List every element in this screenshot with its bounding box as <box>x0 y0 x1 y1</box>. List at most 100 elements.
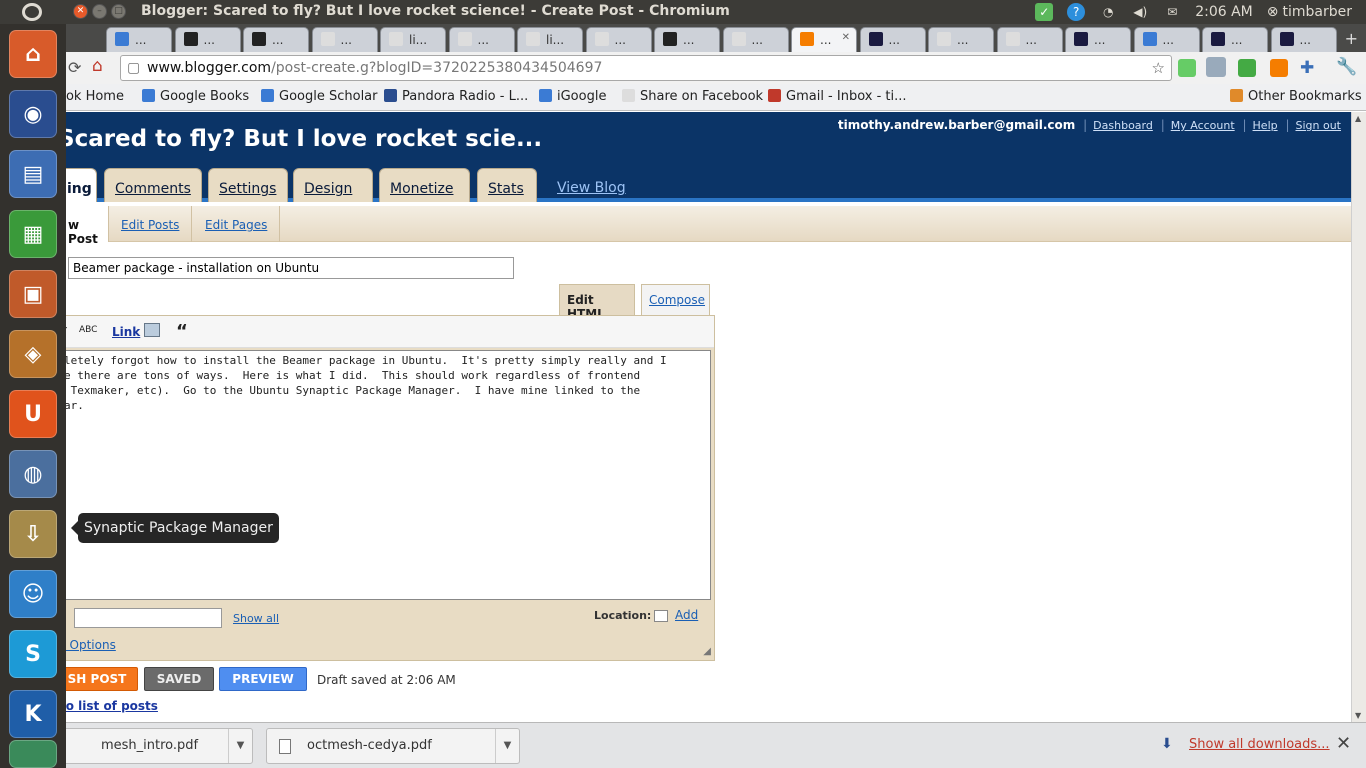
browser-tab[interactable]: li... <box>380 27 446 52</box>
browser-tab[interactable]: ... ✕ <box>791 27 857 52</box>
browser-tab[interactable]: ... <box>722 27 789 52</box>
extension-icon[interactable] <box>1238 59 1256 77</box>
extension-icon[interactable] <box>1178 59 1196 77</box>
browser-tab[interactable]: ... <box>448 27 515 52</box>
impress-icon[interactable]: ▣ <box>9 270 57 318</box>
home-folder-icon[interactable]: ⌂ <box>9 30 57 78</box>
blogger-extension-icon[interactable] <box>1270 59 1288 77</box>
address-bar[interactable]: ▢ www.blogger.com/post-create.g?blogID=3… <box>120 55 1172 81</box>
bookmark-item[interactable]: Share on Facebook <box>622 89 763 104</box>
maximize-window-button[interactable]: □ <box>111 4 126 19</box>
tab-design[interactable]: Design <box>293 168 373 202</box>
firefox-icon[interactable]: ◉ <box>9 90 57 138</box>
browser-tab[interactable]: ... <box>1065 27 1131 52</box>
my-account-link[interactable]: My Account <box>1171 119 1235 132</box>
back-to-posts-link[interactable]: to list of posts <box>66 699 158 713</box>
add-location-link[interactable]: Add <box>675 608 698 622</box>
browser-tab[interactable]: ... <box>1270 27 1337 52</box>
ubuntu-logo-icon[interactable] <box>22 3 42 21</box>
help-link[interactable]: Help <box>1253 119 1278 132</box>
dropdown-arrow-icon[interactable]: ▼ <box>495 729 519 763</box>
show-all-downloads-link[interactable]: Show all downloads... <box>1189 737 1330 752</box>
browser-tab[interactable]: ... <box>243 27 309 52</box>
ubuntu-one-icon[interactable]: U <box>9 390 57 438</box>
skype-icon[interactable]: S <box>9 630 57 678</box>
wrench-icon[interactable]: 🔧 <box>1336 57 1357 77</box>
browser-tab[interactable]: ... <box>859 27 926 52</box>
spellcheck-icon[interactable]: ABC <box>79 325 97 335</box>
edit-pages-link[interactable]: Edit Pages <box>205 218 267 232</box>
puzzle-icon[interactable]: ✚ <box>1300 58 1314 78</box>
browser-tab[interactable]: ... <box>1133 27 1200 52</box>
browser-tab[interactable]: ... <box>928 27 994 52</box>
subtab-new-post[interactable]: w Post <box>66 206 109 246</box>
tab-edit-html[interactable]: Edit HTML <box>559 284 635 321</box>
volume-icon[interactable]: ◀) <box>1131 3 1149 21</box>
synaptic-icon[interactable]: ⇩ <box>9 510 57 558</box>
tab-settings[interactable]: Settings <box>208 168 288 202</box>
bookmark-item[interactable]: Google Books <box>142 89 249 104</box>
preview-button[interactable]: PREVIEW <box>219 667 307 691</box>
browser-tab[interactable]: ... <box>1202 27 1268 52</box>
browser-tab[interactable]: ... <box>106 27 172 52</box>
scroll-down-icon[interactable]: ▼ <box>1355 711 1361 720</box>
browser-tab[interactable]: ... <box>585 27 652 52</box>
italic-icon[interactable]: Y <box>66 325 67 338</box>
bookmark-item[interactable]: Gmail - Inbox - ti... <box>768 89 907 104</box>
close-tab-icon[interactable]: ✕ <box>842 32 850 43</box>
bookmark-item[interactable]: ook Home <box>58 89 124 104</box>
scroll-up-icon[interactable]: ▲ <box>1355 114 1361 123</box>
page-scrollbar[interactable]: ▲ ▼ <box>1351 112 1366 722</box>
dashboard-link[interactable]: Dashboard <box>1093 119 1153 132</box>
user-menu[interactable]: ⊗ timbarber <box>1267 4 1352 20</box>
wifi-icon[interactable]: ◔ <box>1099 3 1117 21</box>
bookmark-item[interactable]: iGoogle <box>539 89 606 104</box>
tab-compose[interactable]: Compose <box>641 284 710 316</box>
mail-icon[interactable]: ✉ <box>1163 3 1181 21</box>
post-body-textarea[interactable]: letely forgot how to install the Beamer … <box>66 350 711 600</box>
browser-tab[interactable]: ... <box>654 27 720 52</box>
chromium-icon[interactable]: ◍ <box>9 450 57 498</box>
view-blog-link[interactable]: View Blog <box>557 180 626 196</box>
kile-icon[interactable]: K <box>9 690 57 738</box>
home-icon[interactable]: ⌂ <box>92 56 103 76</box>
software-center-icon[interactable]: ◈ <box>9 330 57 378</box>
subtab-edit-pages[interactable]: Edit Pages <box>193 206 281 242</box>
resize-handle-icon[interactable]: ◢ <box>703 646 711 657</box>
minimize-window-button[interactable]: – <box>92 4 107 19</box>
post-title-field[interactable]: Beamer package - installation on Ubuntu <box>68 257 514 279</box>
writer-icon[interactable]: ▤ <box>9 150 57 198</box>
browser-tab[interactable]: ... <box>996 27 1063 52</box>
bookmark-item[interactable]: Google Scholar <box>261 89 378 104</box>
bookmark-item[interactable]: Pandora Radio - L... <box>384 89 528 104</box>
compose-link[interactable]: Compose <box>649 293 705 307</box>
reload-icon[interactable]: ⟳ <box>68 58 81 77</box>
publish-post-button[interactable]: SH POST <box>66 667 138 691</box>
close-downloads-icon[interactable]: ✕ <box>1336 733 1351 754</box>
clock[interactable]: 2:06 AM <box>1195 4 1253 20</box>
browser-tab[interactable]: ... <box>174 27 241 52</box>
saved-button[interactable]: SAVED <box>144 667 214 691</box>
tab-stats[interactable]: Stats <box>477 168 537 202</box>
post-options-link[interactable]: t Options <box>66 638 116 652</box>
empathy-icon[interactable]: ☺ <box>9 570 57 618</box>
subtab-edit-posts[interactable]: Edit Posts <box>109 206 193 242</box>
tab-comments[interactable]: Comments <box>104 168 202 202</box>
download-item[interactable]: mesh_intro.pdf ▼ <box>60 728 253 764</box>
close-window-button[interactable]: ✕ <box>73 4 88 19</box>
download-item[interactable]: octmesh-cedya.pdf ▼ <box>266 728 520 764</box>
dropdown-arrow-icon[interactable]: ▼ <box>228 729 252 763</box>
labels-field[interactable] <box>74 608 222 628</box>
tab-posting[interactable]: ing <box>66 168 97 202</box>
edit-posts-link[interactable]: Edit Posts <box>121 218 179 232</box>
new-tab-button[interactable]: + <box>1345 29 1358 48</box>
browser-tab[interactable]: li... <box>517 27 583 52</box>
location-icon[interactable] <box>654 610 668 622</box>
update-indicator-icon[interactable]: ✓ <box>1035 3 1054 21</box>
tab-monetize[interactable]: Monetize <box>379 168 470 202</box>
star-icon[interactable]: ☆ <box>1152 56 1165 80</box>
extension-icon[interactable] <box>1206 57 1226 77</box>
browser-tab[interactable]: ... <box>311 27 378 52</box>
chat-indicator-icon[interactable]: ? <box>1067 3 1086 21</box>
show-all-labels-link[interactable]: Show all <box>233 612 279 625</box>
